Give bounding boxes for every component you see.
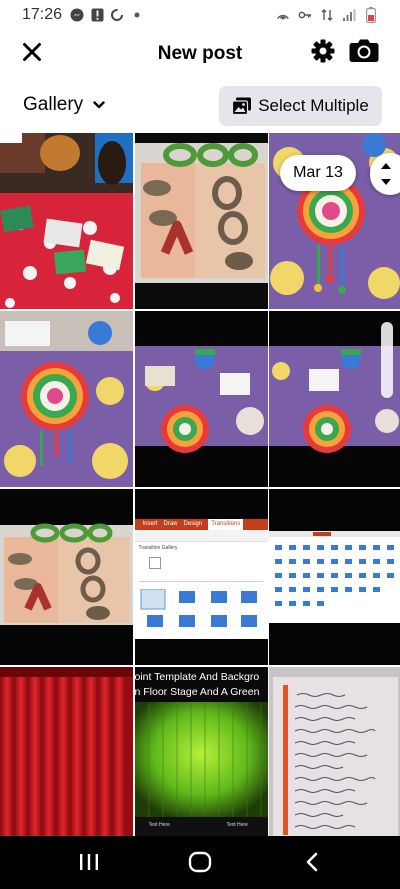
scrollbar[interactable]	[381, 322, 393, 398]
scroll-arrows-icon	[381, 163, 391, 185]
gear-icon	[311, 39, 335, 63]
camera-icon	[349, 39, 379, 62]
home-button[interactable]	[185, 848, 215, 876]
photo-tile-craft-2[interactable]	[0, 311, 133, 487]
craft-thumbnail-2	[0, 311, 133, 487]
ppt-thumb-none	[148, 557, 161, 569]
photo-tile-red-curtain[interactable]	[0, 667, 133, 836]
ppt-tab-insert: Insert	[142, 521, 158, 527]
date-scrubber-label: Mar 13	[280, 155, 356, 191]
photo-tile-clay-letters-2[interactable]	[0, 489, 133, 665]
ppt-transition-grid	[140, 589, 257, 627]
fast-scroll-handle[interactable]	[370, 153, 400, 195]
home-icon	[188, 851, 212, 873]
photo-tile-clay-letters[interactable]	[134, 133, 268, 309]
data-icon	[320, 8, 334, 22]
photo-tile-ribbon[interactable]	[269, 489, 400, 665]
settings-button[interactable]	[309, 37, 337, 65]
system-nav-bar	[0, 836, 400, 889]
ppt-tab-bar: Insert Draw Design Transitions	[134, 519, 268, 530]
photo-tile-craft-3[interactable]	[134, 311, 268, 487]
signal-icon	[342, 8, 356, 22]
ribbon-thumbnail	[269, 489, 400, 665]
handwritten-notes-thumbnail	[269, 667, 400, 836]
header: New post	[0, 30, 400, 78]
ppt-bottom-black	[134, 639, 268, 665]
gallery-dropdown[interactable]: Gallery	[23, 94, 105, 116]
select-multiple-button[interactable]: Select Multiple	[219, 86, 382, 126]
back-button[interactable]	[297, 848, 327, 876]
messenger-icon	[70, 8, 84, 22]
page-title: New post	[157, 43, 243, 64]
clay-letters-thumbnail-2	[0, 489, 133, 665]
stage-caption-line-2: n Floor Stage And A Green	[134, 686, 260, 698]
ppt-toolbar	[134, 530, 268, 542]
battery-icon	[364, 7, 378, 23]
stage-caption-line-1: oint Template And Backgro	[134, 671, 260, 683]
photo-grid: Insert Draw Design Transitions Transitio…	[0, 133, 400, 836]
photo-stack-icon	[232, 97, 252, 115]
photo-tile-green-stage[interactable]: oint Template And Backgro n Floor Stage …	[134, 667, 268, 836]
red-curtain-thumbnail	[0, 667, 133, 836]
status-bar: 17:26	[0, 0, 400, 30]
recents-icon	[80, 854, 98, 870]
ppt-tab-draw: Draw	[163, 521, 178, 527]
classroom-thumbnail	[0, 133, 133, 309]
stage-footer-left: Text Here	[148, 822, 170, 828]
clay-letters-thumbnail	[134, 133, 268, 309]
camera-button[interactable]	[349, 37, 379, 65]
gallery-label: Gallery	[23, 94, 84, 115]
alert-icon	[90, 8, 104, 22]
photo-tile-handwritten-notes[interactable]	[269, 667, 400, 836]
chevron-down-icon	[93, 101, 105, 109]
photo-tile-powerpoint[interactable]: Insert Draw Design Transitions Transitio…	[134, 489, 268, 665]
status-time: 17:26	[22, 6, 63, 23]
sync-icon	[110, 8, 124, 22]
stage-footer-right: Text Here	[226, 822, 248, 828]
select-multiple-label: Select Multiple	[258, 96, 369, 115]
photo-tile-classroom[interactable]	[0, 133, 133, 309]
back-icon	[306, 852, 318, 872]
ppt-panel-title: Transition Gallery	[138, 545, 178, 551]
toolbar: Gallery Select Multiple	[0, 86, 400, 128]
craft-thumbnail-3	[134, 311, 268, 487]
hotspot-icon	[276, 8, 290, 22]
key-icon	[298, 8, 312, 22]
recents-button[interactable]	[74, 848, 104, 876]
ppt-top-black	[134, 489, 268, 519]
ppt-divider	[138, 581, 264, 582]
ppt-tab-design: Design	[183, 521, 203, 527]
dot-icon	[130, 8, 144, 22]
ppt-tab-transitions: Transitions	[208, 519, 244, 530]
